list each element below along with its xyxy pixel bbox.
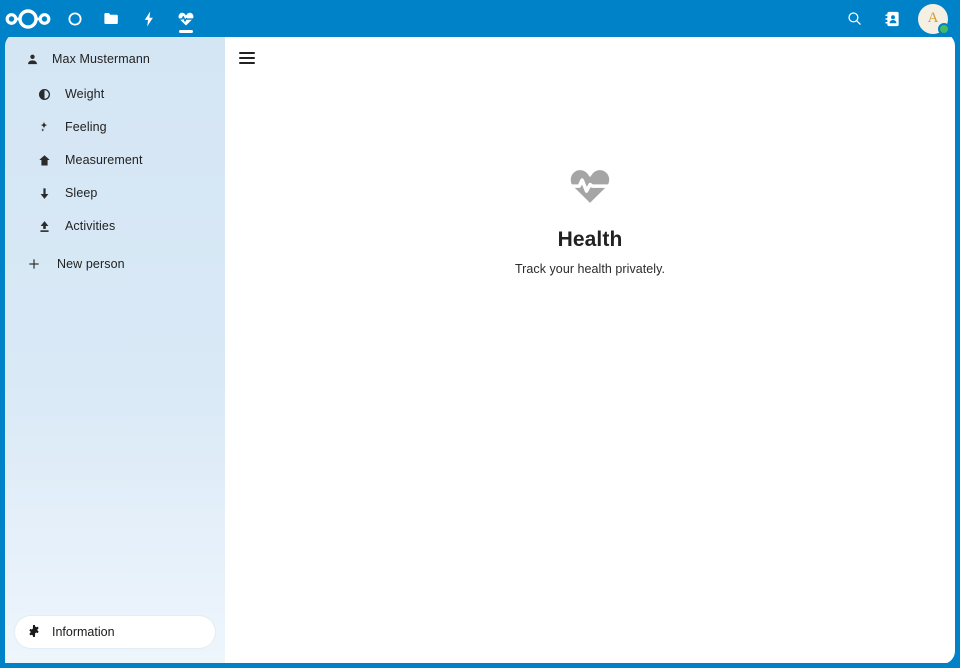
sidebar-item-weight-label: Weight [65, 87, 105, 101]
information-button-label: Information [52, 625, 115, 639]
sidebar-item-feeling[interactable]: Feeling [11, 111, 219, 143]
sidebar-item-activities[interactable]: Activities [11, 210, 219, 242]
weight-icon [33, 88, 55, 101]
sidebar-item-activities-label: Activities [65, 219, 116, 233]
app-navigation-menu [56, 0, 204, 37]
nextcloud-logo[interactable] [0, 0, 56, 37]
body-area: Max Mustermann Weight Feeling Measuremen… [5, 33, 955, 664]
sidebar-item-new-person-label: New person [57, 257, 125, 271]
menu-toggle-button[interactable] [232, 43, 262, 73]
hamburger-line [239, 62, 255, 64]
sleep-icon [33, 187, 55, 200]
app-content: Health Track your health privately. [225, 33, 955, 664]
app-icon-health[interactable] [167, 0, 204, 37]
heart-pulse-icon [177, 12, 194, 25]
folder-icon [104, 12, 118, 25]
hamburger-line [239, 52, 255, 54]
avatar-status-dot [938, 22, 950, 35]
contacts-icon [885, 11, 899, 26]
avatar[interactable]: A [918, 3, 950, 35]
sidebar-item-person-label: Max Mustermann [52, 52, 150, 66]
nextcloud-window: A Max Mustermann Weight Feeling Measurem… [0, 0, 960, 668]
search-button[interactable] [838, 3, 870, 35]
sidebar-item-measurement[interactable]: Measurement [11, 144, 219, 176]
lightning-bolt-icon [144, 11, 153, 26]
top-header-bar: A [0, 0, 960, 37]
sidebar-scroll-area: Max Mustermann Weight Feeling Measuremen… [5, 33, 225, 616]
sidebar-footer: Information [5, 616, 225, 664]
hamburger-line [239, 57, 255, 59]
sidebar-item-person[interactable]: Max Mustermann [11, 43, 219, 75]
sidebar-item-sleep-label: Sleep [65, 186, 98, 200]
sidebar-item-new-person[interactable]: New person [11, 248, 219, 280]
gear-icon [27, 624, 41, 641]
sidebar-item-feeling-label: Feeling [65, 120, 107, 134]
activities-icon [33, 220, 55, 233]
measurement-icon [33, 154, 55, 167]
app-navigation-sidebar: Max Mustermann Weight Feeling Measuremen… [5, 33, 225, 664]
circle-icon [67, 11, 82, 26]
header-left-group [0, 0, 204, 37]
page-title: Health [557, 228, 623, 251]
contacts-button[interactable] [877, 3, 909, 35]
empty-content: Health Track your health privately. [225, 33, 955, 664]
empty-state-heart-pulse-icon [566, 163, 614, 214]
plus-icon [23, 257, 45, 271]
person-icon [21, 53, 43, 66]
feeling-icon [33, 120, 55, 134]
sidebar-item-measurement-label: Measurement [65, 153, 143, 167]
app-icon-dashboard[interactable] [56, 0, 93, 37]
search-icon [847, 12, 861, 25]
empty-state-subtitle: Track your health privately. [514, 262, 666, 276]
nextcloud-logo-icon [5, 8, 51, 29]
header-right-group: A [838, 0, 960, 37]
information-button[interactable]: Information [15, 616, 215, 648]
sidebar-item-weight[interactable]: Weight [11, 78, 219, 110]
app-icon-files[interactable] [93, 0, 130, 37]
window-bottom-edge [0, 663, 960, 668]
sidebar-item-sleep[interactable]: Sleep [11, 177, 219, 209]
app-icon-activity[interactable] [130, 0, 167, 37]
